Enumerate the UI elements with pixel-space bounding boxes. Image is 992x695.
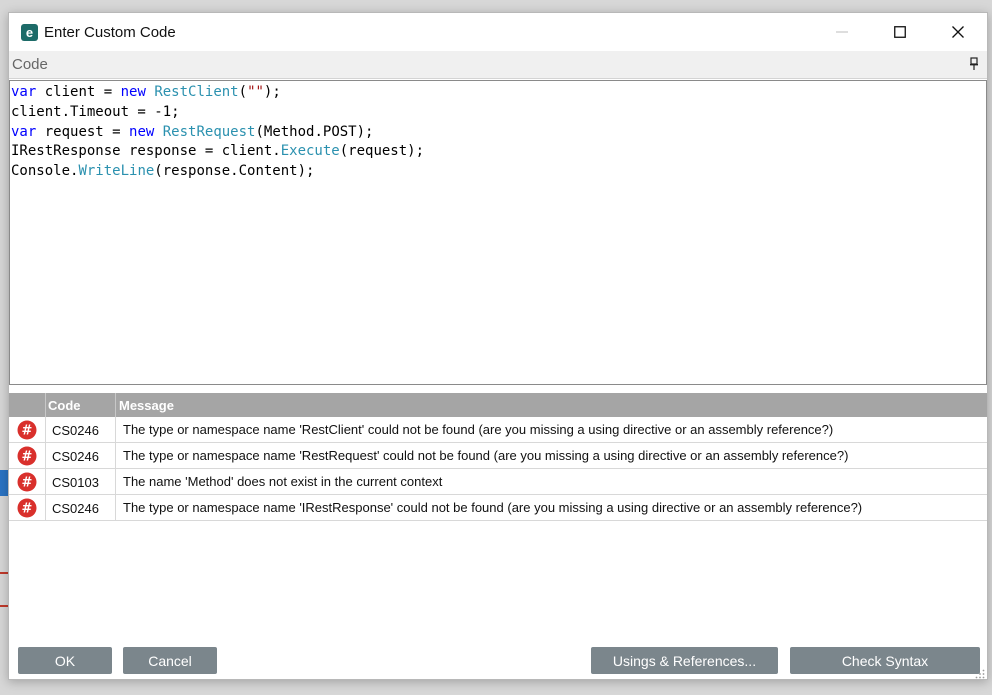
code-token: WriteLine — [78, 163, 155, 180]
maximize-icon — [894, 26, 906, 38]
column-divider — [115, 393, 116, 417]
row-divider — [45, 443, 46, 469]
code-editor[interactable]: var client = new RestClient(""); client.T… — [9, 80, 987, 385]
title-bar: e Enter Custom Code — [9, 13, 987, 51]
row-divider — [45, 495, 46, 521]
error-message: The type or namespace name 'IRestRespons… — [123, 500, 863, 515]
code-panel-header: Code — [9, 51, 987, 79]
code-token: client.Timeout = -1; — [11, 103, 180, 120]
cancel-button[interactable]: Cancel — [123, 647, 217, 674]
error-hash-icon: # — [17, 498, 37, 518]
row-divider — [45, 469, 46, 495]
resize-grip-icon[interactable] — [975, 669, 985, 679]
error-code: CS0246 — [52, 501, 99, 516]
svg-text:#: # — [22, 424, 33, 439]
code-token: client = — [36, 84, 121, 100]
code-token: var — [11, 84, 37, 100]
pin-icon[interactable] — [967, 57, 981, 71]
code-line: IRestResponse response = client.Execute(… — [10, 142, 424, 162]
error-row[interactable]: # CS0246 The type or namespace name 'Res… — [9, 443, 987, 469]
code-token: (request); — [339, 143, 425, 160]
error-list: Code Message # CS0246 The type or namesp… — [9, 393, 987, 639]
error-row[interactable]: # CS0246 The type or namespace name 'IRe… — [9, 495, 987, 521]
code-token: Console. — [11, 163, 79, 180]
row-divider — [115, 417, 116, 443]
maximize-button[interactable] — [875, 13, 925, 51]
code-line: var client = new RestClient(""); — [10, 83, 424, 103]
minimize-button[interactable] — [817, 13, 867, 51]
close-icon — [952, 26, 964, 38]
code-token: request = — [36, 123, 130, 140]
error-code: CS0103 — [52, 475, 99, 490]
error-hash-icon: # — [17, 472, 37, 492]
code-token: new — [129, 123, 155, 140]
code-panel-label: Code — [12, 56, 48, 73]
error-row[interactable]: # CS0246 The type or namespace name 'Res… — [9, 417, 987, 443]
error-hash-icon: # — [17, 420, 37, 440]
icon-column-header — [9, 393, 46, 417]
row-divider — [115, 495, 116, 521]
error-message: The type or namespace name 'RestClient' … — [123, 422, 834, 437]
error-list-header: Code Message — [9, 393, 987, 417]
code-token: RestRequest — [162, 123, 256, 140]
code-lines: var client = new RestClient(""); client.T… — [10, 83, 424, 182]
error-message: The type or namespace name 'RestRequest'… — [123, 448, 849, 463]
row-divider — [45, 417, 46, 443]
code-line: client.Timeout = -1; — [10, 103, 424, 123]
error-row[interactable]: # CS0103 The name 'Method' does not exis… — [9, 469, 987, 495]
custom-code-dialog: e Enter Custom Code Code var client = ne… — [8, 12, 988, 680]
app-logo-icon: e — [21, 24, 38, 41]
minimize-icon — [836, 31, 848, 33]
code-line: var request = new RestRequest(Method.POS… — [10, 123, 424, 143]
code-token: "" — [247, 84, 264, 100]
error-message: The name 'Method' does not exist in the … — [123, 474, 443, 489]
code-token: RestClient — [154, 84, 239, 100]
svg-text:#: # — [22, 476, 33, 491]
code-column-header[interactable]: Code — [48, 398, 81, 413]
code-token: new — [120, 84, 146, 100]
error-code: CS0246 — [52, 423, 99, 438]
svg-text:#: # — [22, 502, 33, 517]
code-token: ); — [263, 84, 281, 100]
row-divider — [115, 469, 116, 495]
close-button[interactable] — [933, 13, 983, 51]
row-divider — [115, 443, 116, 469]
code-token: (response.Content); — [154, 163, 315, 180]
svg-text:#: # — [22, 450, 33, 465]
usings-references-button[interactable]: Usings & References... — [591, 647, 778, 674]
error-code: CS0246 — [52, 449, 99, 464]
check-syntax-button[interactable]: Check Syntax — [790, 647, 980, 674]
ok-button[interactable]: OK — [18, 647, 112, 674]
window-title: Enter Custom Code — [44, 24, 176, 41]
code-token: Execute — [280, 143, 340, 160]
code-token: var — [11, 123, 37, 140]
message-column-header[interactable]: Message — [119, 398, 174, 413]
code-token: ( — [238, 84, 248, 100]
code-token: (Method.POST); — [255, 123, 374, 140]
code-token: IRestResponse response = client. — [11, 143, 281, 160]
code-line: Console.WriteLine(response.Content); — [10, 162, 424, 182]
error-hash-icon: # — [17, 446, 37, 466]
